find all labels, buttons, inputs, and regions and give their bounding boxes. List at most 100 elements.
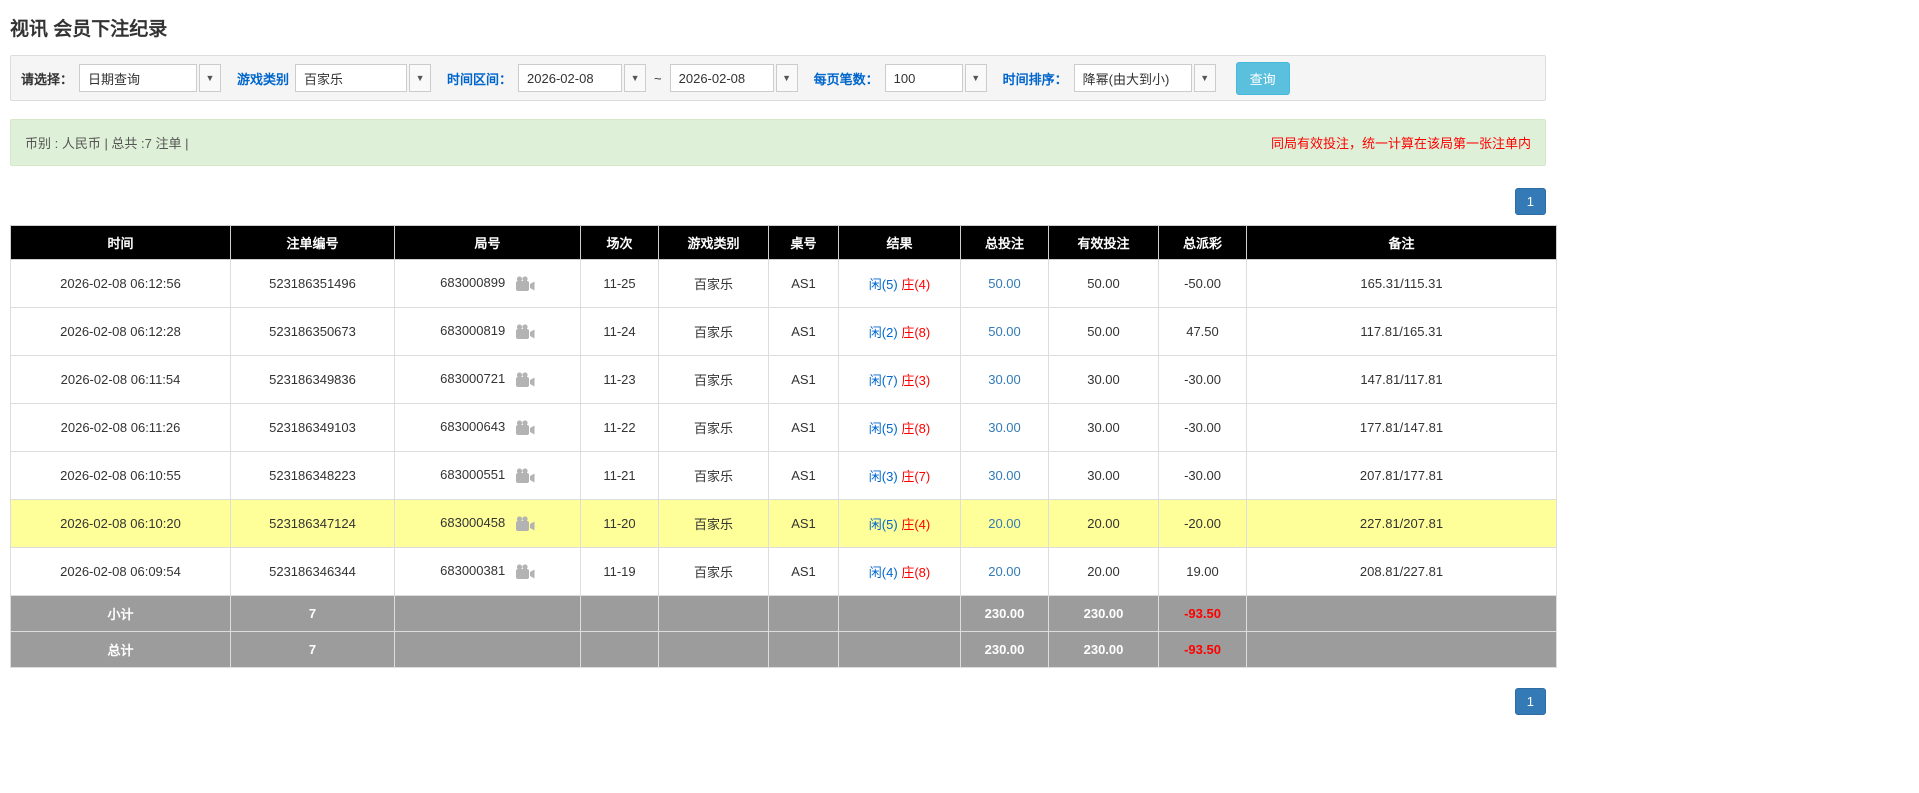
page-size-input[interactable] xyxy=(885,64,963,92)
grand-total-count: 7 xyxy=(231,632,395,668)
cell-time: 2026-02-08 06:09:54 xyxy=(11,548,231,596)
header-time: 时间 xyxy=(11,226,231,260)
cell-round: 683000899 xyxy=(395,260,581,308)
round-number: 683000551 xyxy=(440,467,505,482)
subtotal-total-bet: 230.00 xyxy=(961,596,1049,632)
cell-total-bet: 30.00 xyxy=(961,452,1049,500)
result-player: 闲(4) xyxy=(869,565,898,580)
cell-result: 闲(5) 庄(8) xyxy=(839,404,961,452)
game-type-input[interactable] xyxy=(295,64,407,92)
query-type-input[interactable] xyxy=(79,64,197,92)
total-bet-link[interactable]: 20.00 xyxy=(988,516,1021,531)
query-type-label: 请选择： xyxy=(21,69,73,88)
chevron-down-icon[interactable]: ▼ xyxy=(1194,64,1216,92)
chevron-down-icon[interactable]: ▼ xyxy=(776,64,798,92)
cell-game-type: 百家乐 xyxy=(659,356,769,404)
cell-valid-bet: 30.00 xyxy=(1049,356,1159,404)
table-row-highlighted: 2026-02-08 06:10:20 523186347124 6830004… xyxy=(11,500,1557,548)
result-banker: 庄(8) xyxy=(901,325,930,340)
subtotal-payout: -93.50 xyxy=(1159,596,1247,632)
date-to-input[interactable] xyxy=(670,64,774,92)
video-replay-icon[interactable] xyxy=(515,468,535,484)
page-button[interactable]: 1 xyxy=(1515,688,1546,715)
cell-valid-bet: 20.00 xyxy=(1049,548,1159,596)
records-table: 时间 注单编号 局号 场次 游戏类别 桌号 结果 总投注 有效投注 总派彩 备注… xyxy=(10,225,1557,668)
video-replay-icon[interactable] xyxy=(515,420,535,436)
cell-table-no: AS1 xyxy=(769,404,839,452)
grand-total-row: 总计 7 230.00 230.00 -93.50 xyxy=(11,632,1557,668)
cell-note: 147.81/117.81 xyxy=(1247,356,1557,404)
cell-result: 闲(5) 庄(4) xyxy=(839,500,961,548)
video-replay-icon[interactable] xyxy=(515,564,535,580)
chevron-down-icon[interactable]: ▼ xyxy=(409,64,431,92)
date-to-combo: ▼ xyxy=(670,64,798,92)
video-replay-icon[interactable] xyxy=(515,372,535,388)
cell-game-type: 百家乐 xyxy=(659,308,769,356)
table-header: 时间 注单编号 局号 场次 游戏类别 桌号 结果 总投注 有效投注 总派彩 备注 xyxy=(11,226,1557,260)
cell-total-bet: 20.00 xyxy=(961,548,1049,596)
cell-table-no: AS1 xyxy=(769,356,839,404)
filter-bar: 请选择： ▼ 游戏类别 ▼ 时间区间： ▼ ~ ▼ xyxy=(10,55,1546,101)
cell-table-no: AS1 xyxy=(769,308,839,356)
total-bet-link[interactable]: 30.00 xyxy=(988,372,1021,387)
date-range-group: 时间区间： ▼ ~ ▼ xyxy=(447,64,798,92)
page-button[interactable]: 1 xyxy=(1515,188,1546,215)
total-bet-link[interactable]: 20.00 xyxy=(988,564,1021,579)
cell-note: 177.81/147.81 xyxy=(1247,404,1557,452)
cell-session: 11-24 xyxy=(581,308,659,356)
page-size-combo: ▼ xyxy=(885,64,987,92)
table-row: 2026-02-08 06:10:55 523186348223 6830005… xyxy=(11,452,1557,500)
sort-label: 时间排序： xyxy=(1003,69,1068,88)
result-banker: 庄(8) xyxy=(901,565,930,580)
cell-payout: -30.00 xyxy=(1159,452,1247,500)
pagination-top: 1 xyxy=(10,188,1546,215)
search-button[interactable]: 查询 xyxy=(1236,62,1290,95)
cell-note: 227.81/207.81 xyxy=(1247,500,1557,548)
cell-bet-id: 523186346344 xyxy=(231,548,395,596)
chevron-down-icon[interactable]: ▼ xyxy=(624,64,646,92)
date-range-label: 时间区间： xyxy=(447,69,512,88)
cell-session: 11-22 xyxy=(581,404,659,452)
date-from-input[interactable] xyxy=(518,64,622,92)
header-session: 场次 xyxy=(581,226,659,260)
chevron-down-icon[interactable]: ▼ xyxy=(965,64,987,92)
cell-payout: -30.00 xyxy=(1159,404,1247,452)
cell-note: 117.81/165.31 xyxy=(1247,308,1557,356)
grand-total-valid-bet: 230.00 xyxy=(1049,632,1159,668)
grand-total-total-bet: 230.00 xyxy=(961,632,1049,668)
cell-note: 165.31/115.31 xyxy=(1247,260,1557,308)
total-bet-link[interactable]: 30.00 xyxy=(988,420,1021,435)
result-banker: 庄(3) xyxy=(901,373,930,388)
sort-input[interactable] xyxy=(1074,64,1192,92)
cell-game-type: 百家乐 xyxy=(659,404,769,452)
cell-time: 2026-02-08 06:10:20 xyxy=(11,500,231,548)
cell-session: 11-21 xyxy=(581,452,659,500)
video-replay-icon[interactable] xyxy=(515,516,535,532)
cell-total-bet: 50.00 xyxy=(961,308,1049,356)
chevron-down-icon[interactable]: ▼ xyxy=(199,64,221,92)
page-size-label: 每页笔数： xyxy=(814,69,879,88)
cell-time: 2026-02-08 06:12:28 xyxy=(11,308,231,356)
cell-round: 683000551 xyxy=(395,452,581,500)
cell-bet-id: 523186351496 xyxy=(231,260,395,308)
table-row: 2026-02-08 06:09:54 523186346344 6830003… xyxy=(11,548,1557,596)
cell-payout: -20.00 xyxy=(1159,500,1247,548)
total-bet-link[interactable]: 50.00 xyxy=(988,324,1021,339)
video-replay-icon[interactable] xyxy=(515,324,535,340)
round-number: 683000819 xyxy=(440,323,505,338)
cell-payout: 47.50 xyxy=(1159,308,1247,356)
cell-payout: -30.00 xyxy=(1159,356,1247,404)
page-title: 视讯 会员下注纪录 xyxy=(10,14,1546,41)
total-bet-link[interactable]: 30.00 xyxy=(988,468,1021,483)
pagination-bottom: 1 xyxy=(10,688,1546,715)
video-replay-icon[interactable] xyxy=(515,276,535,292)
total-bet-link[interactable]: 50.00 xyxy=(988,276,1021,291)
cell-valid-bet: 50.00 xyxy=(1049,260,1159,308)
cell-payout: 19.00 xyxy=(1159,548,1247,596)
result-player: 闲(2) xyxy=(869,325,898,340)
header-game-type: 游戏类别 xyxy=(659,226,769,260)
cell-session: 11-19 xyxy=(581,548,659,596)
grand-total-payout: -93.50 xyxy=(1159,632,1247,668)
header-bet-id: 注单编号 xyxy=(231,226,395,260)
cell-payout: -50.00 xyxy=(1159,260,1247,308)
